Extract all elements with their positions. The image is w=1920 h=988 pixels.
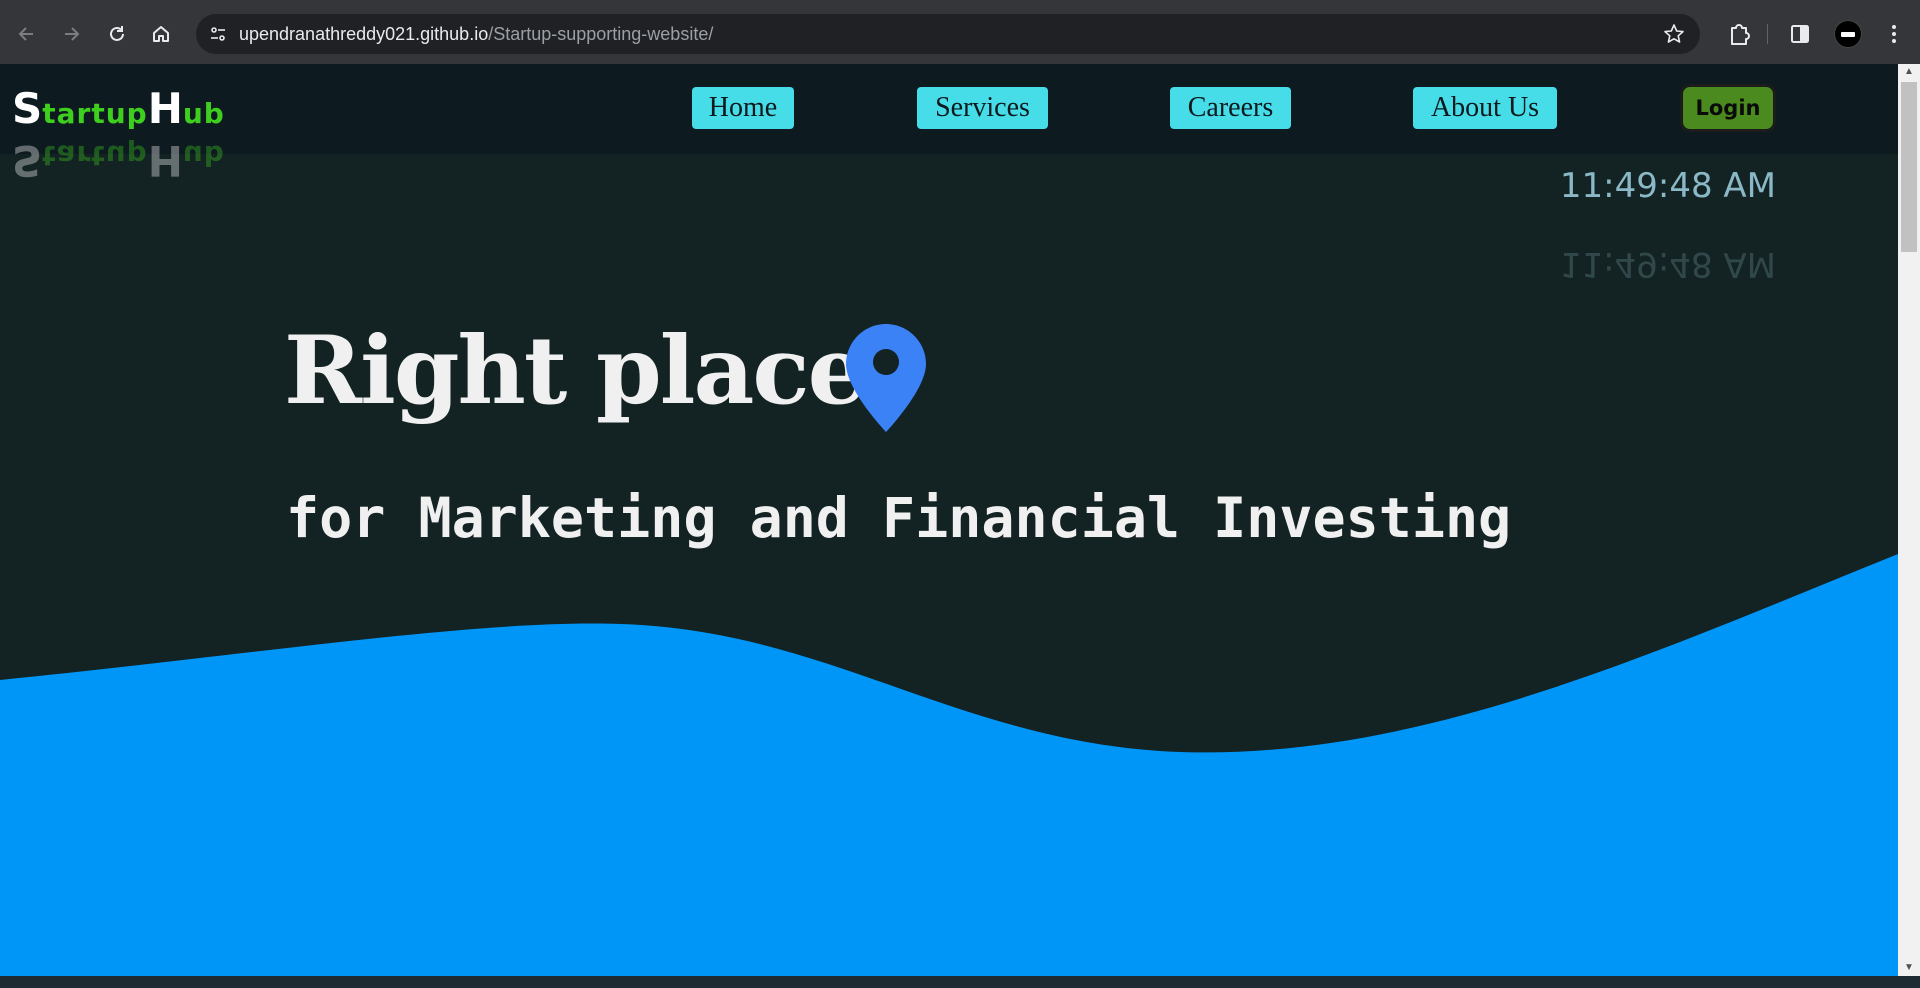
- side-panel-button[interactable]: [1782, 16, 1818, 52]
- browser-toolbar: upendranathreddy021.github.io/Startup-su…: [0, 0, 1920, 64]
- profile-avatar[interactable]: [1834, 20, 1862, 48]
- logo-letter-s: S: [12, 84, 43, 133]
- browser-menu-button[interactable]: [1876, 16, 1912, 52]
- nav-services[interactable]: Services: [917, 87, 1048, 129]
- toolbar-divider: [1767, 24, 1768, 44]
- login-button[interactable]: Login: [1680, 84, 1776, 132]
- reload-icon: [110, 26, 124, 41]
- bookmark-button[interactable]: [1660, 20, 1688, 48]
- logo-reflection-tartup: tartup: [42, 139, 148, 172]
- logo-text-ub: ub: [182, 97, 225, 130]
- url-path: /Startup-supporting-website/: [488, 23, 714, 44]
- logo-reflection: StartupHub: [12, 136, 225, 185]
- nav-about-us[interactable]: About Us: [1413, 87, 1557, 129]
- home-icon: [153, 26, 169, 42]
- page-viewport: StartupHub StartupHub Home Services Care…: [0, 64, 1898, 976]
- extensions-button[interactable]: [1722, 16, 1758, 52]
- startuphub-logo[interactable]: StartupHub: [12, 84, 225, 133]
- location-pin-icon: [846, 324, 926, 432]
- reload-button[interactable]: [97, 14, 137, 54]
- clock-time: 11:49:48 AM: [1559, 166, 1776, 206]
- clock-reflection: 11:49:48 AM: [1559, 244, 1776, 284]
- arrow-right-icon: [65, 27, 80, 41]
- star-icon: [1664, 24, 1684, 43]
- nav-home[interactable]: Home: [692, 87, 794, 129]
- forward-button[interactable]: [51, 14, 91, 54]
- back-button[interactable]: [7, 14, 47, 54]
- hero-title: Right place: [284, 316, 867, 426]
- taskbar-edge: [0, 976, 1920, 988]
- logo-reflection-h: H: [147, 136, 183, 185]
- site-header: StartupHub StartupHub Home Services Care…: [0, 64, 1898, 185]
- logo-reflection-s: S: [12, 136, 43, 185]
- scrollbar-thumb[interactable]: [1901, 82, 1917, 252]
- site-info-button[interactable]: [200, 16, 236, 52]
- scroll-down-arrow-icon[interactable]: ▼: [1898, 960, 1920, 976]
- kebab-menu-icon: [1892, 25, 1896, 43]
- page-scrollbar[interactable]: ▲ ▼: [1898, 64, 1920, 976]
- scroll-up-arrow-icon[interactable]: ▲: [1898, 64, 1920, 80]
- tune-icon: [211, 27, 225, 41]
- logo-text-tartup: tartup: [42, 97, 148, 130]
- nav-careers[interactable]: Careers: [1170, 87, 1291, 129]
- logo-reflection-ub: ub: [182, 139, 225, 172]
- side-panel-icon: [1791, 25, 1809, 43]
- address-bar[interactable]: upendranathreddy021.github.io/Startup-su…: [196, 14, 1700, 54]
- puzzle-icon: [1731, 24, 1750, 45]
- arrow-left-icon: [18, 27, 33, 41]
- logo-letter-h: H: [147, 84, 183, 133]
- home-button[interactable]: [141, 14, 181, 54]
- url-text: upendranathreddy021.github.io/Startup-su…: [239, 24, 713, 45]
- hero-subtitle: for Marketing and Financial Investing: [286, 486, 1512, 550]
- url-host: upendranathreddy021.github.io: [239, 23, 489, 44]
